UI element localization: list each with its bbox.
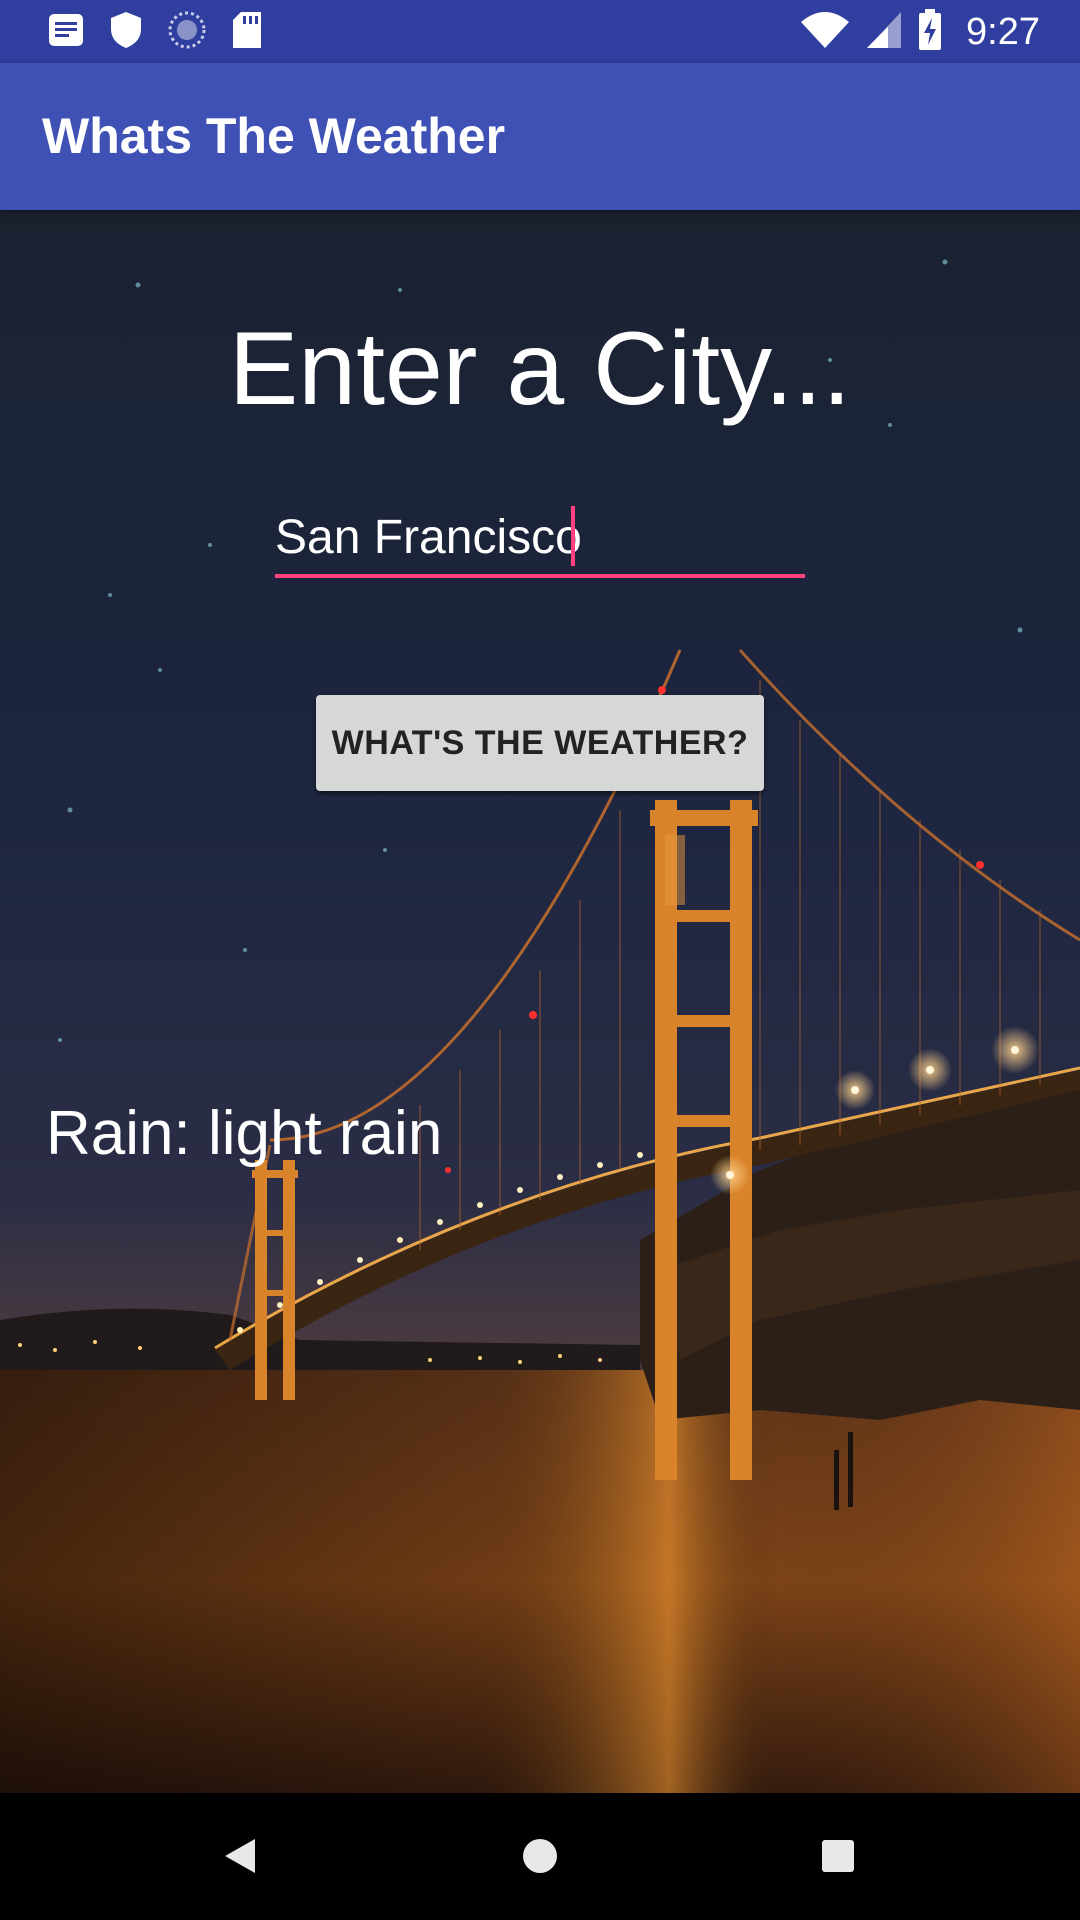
battery-charging-icon (918, 9, 942, 55)
home-icon[interactable] (507, 1823, 573, 1889)
city-input[interactable] (275, 500, 805, 578)
wifi-icon (800, 10, 850, 54)
status-time: 9:27 (966, 10, 1040, 53)
background-image (0, 210, 1080, 1793)
whats-the-weather-button[interactable]: WHAT'S THE WEATHER? (316, 695, 764, 791)
recents-icon[interactable] (805, 1823, 871, 1889)
back-icon[interactable] (207, 1823, 273, 1889)
status-system-icons: 9:27 (800, 8, 1040, 56)
status-bar: 9:27 (0, 0, 1080, 63)
navigation-bar (0, 1793, 1080, 1920)
status-notification-icons (48, 11, 262, 53)
sd-card-icon (232, 11, 262, 53)
sync-icon (168, 11, 206, 53)
weather-result: Rain: light rain (46, 1099, 443, 1168)
signal-icon (866, 11, 902, 53)
notes-icon (48, 13, 84, 51)
app-bar: Whats The Weather (0, 63, 1080, 210)
city-input-container (275, 500, 805, 578)
screen: 9:27 Whats The Weather Enter a City... W… (0, 0, 1080, 1920)
app-title: Whats The Weather (42, 108, 506, 164)
text-cursor (571, 506, 575, 566)
shield-icon (110, 11, 142, 53)
page-heading: Enter a City... (228, 311, 852, 427)
